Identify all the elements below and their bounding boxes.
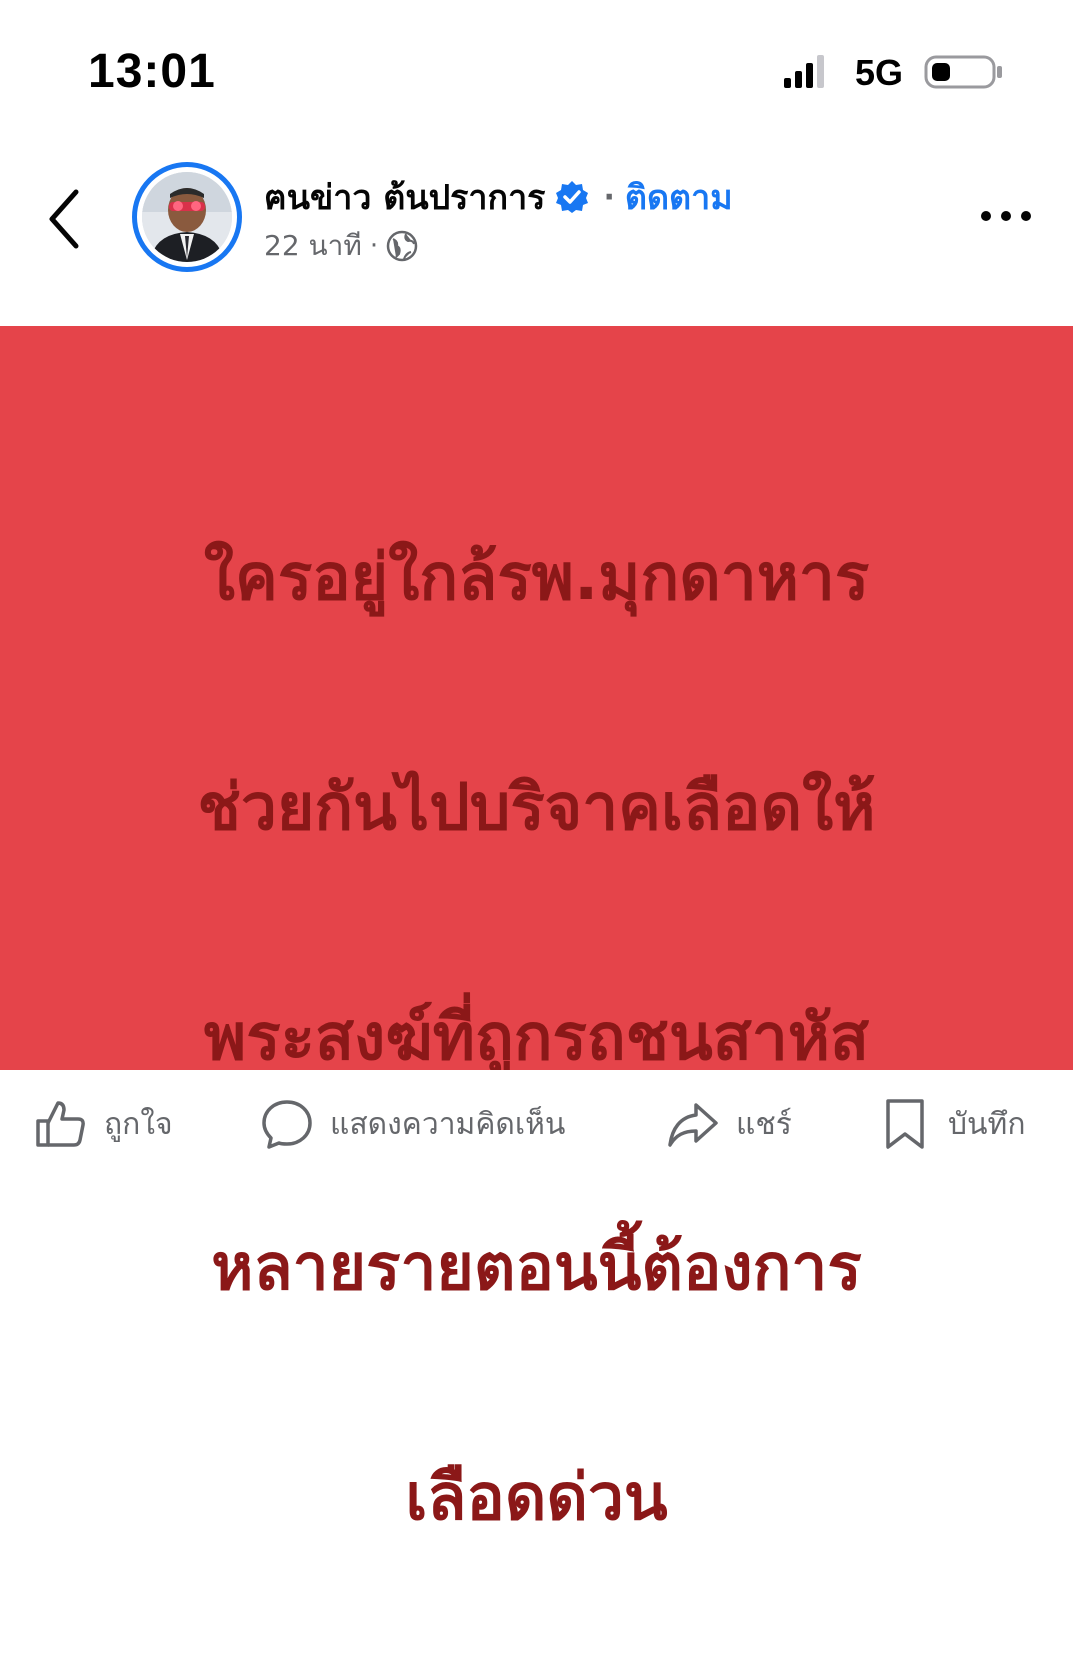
post-text: ใครอยู่ใกล้รพ.มุกดาหาร ช่วยกันไปบริจาคเล… xyxy=(40,406,1033,1671)
post-text-card: ใครอยู่ใกล้รพ.มุกดาหาร ช่วยกันไปบริจาคเล… xyxy=(0,326,1073,1535)
globe-icon xyxy=(386,230,418,262)
share-label: แชร์ xyxy=(736,1106,792,1142)
avatar-photo xyxy=(142,172,232,262)
meta-separator: · xyxy=(369,231,379,261)
post-timestamp[interactable]: 22 นาที xyxy=(264,224,362,268)
more-options-icon[interactable] xyxy=(978,204,1034,228)
post-action-bar: ถูกใจ แสดงความคิดเห็น แชร์ บันทึก xyxy=(0,1070,1073,1200)
bookmark-icon xyxy=(886,1099,924,1149)
save-label: บันทึก xyxy=(948,1106,1026,1142)
author-name[interactable]: ฅนข่าว ต้นปราการ xyxy=(264,170,545,224)
status-bar: 13:01 5G xyxy=(0,0,1073,140)
author-line: ฅนข่าว ต้นปราการ · ติดตาม xyxy=(264,170,733,224)
follow-button[interactable]: ติดตาม xyxy=(625,170,733,224)
post-text-line: ช่วยกันไปบริจาคเลือดให้ xyxy=(197,771,876,845)
comment-label: แสดงความคิดเห็น xyxy=(330,1106,566,1142)
like-button[interactable]: ถูกใจ xyxy=(34,1094,173,1154)
post-meta: 22 นาที · xyxy=(264,224,418,268)
battery-icon xyxy=(924,55,1002,89)
post-text-line: ใครอยู่ใกล้รพ.มุกดาหาร xyxy=(203,541,870,615)
comment-bubble-icon xyxy=(262,1100,312,1149)
thumbs-up-icon xyxy=(36,1101,85,1147)
save-button[interactable]: บันทึก xyxy=(878,1094,1026,1154)
post-text-line: หลายรายตอนนี้ต้องการ xyxy=(211,1231,862,1305)
cellular-signal-icon xyxy=(784,55,824,88)
share-button[interactable]: แชร์ xyxy=(666,1094,792,1154)
status-time: 13:01 xyxy=(88,45,216,98)
comment-button[interactable]: แสดงความคิดเห็น xyxy=(260,1094,565,1154)
verified-badge-icon xyxy=(556,181,589,213)
like-label: ถูกใจ xyxy=(104,1106,173,1142)
share-arrow-icon xyxy=(668,1103,718,1147)
author-avatar[interactable] xyxy=(132,162,242,272)
back-chevron-icon[interactable] xyxy=(42,186,86,252)
network-type: 5G xyxy=(855,52,904,93)
post-text-line: เลือดด่วน xyxy=(405,1461,668,1535)
header-separator: · xyxy=(603,179,615,215)
post-header: ฅนข่าว ต้นปราการ · ติดตาม 22 นาที · xyxy=(0,140,1073,320)
